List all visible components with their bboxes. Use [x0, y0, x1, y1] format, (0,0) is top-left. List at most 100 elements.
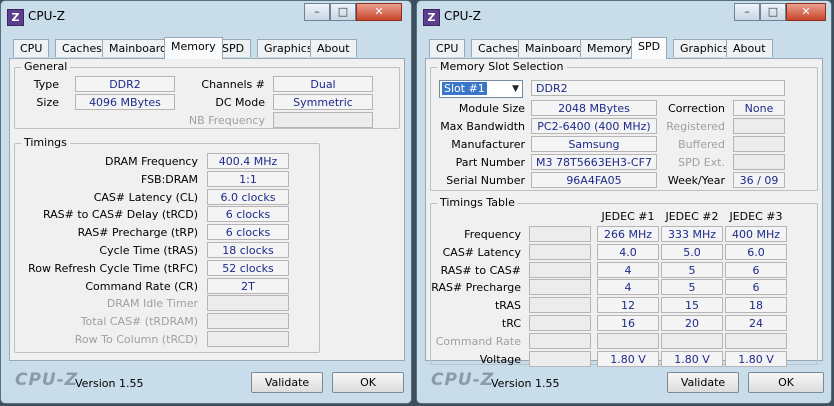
title-bar[interactable]: Z CPU-Z – □ ✕ — [1, 1, 411, 31]
version-text: Version 1.55 — [75, 377, 144, 390]
module-size-label: Module Size — [458, 102, 525, 115]
dc-mode-label: DC Mode — [215, 96, 265, 109]
timings-group: Timings DRAM Frequency 400.4 MHz FSB:DRAM 1… — [14, 136, 320, 353]
timing-cell-jedec-2: 15 — [661, 297, 723, 314]
tab-caches[interactable]: Caches — [55, 39, 109, 57]
tab-spd[interactable]: SPD — [631, 37, 668, 59]
cpuz-app-icon: Z — [423, 9, 440, 26]
footer: CPU-Z Version 1.55 Validate OK — [1, 363, 411, 403]
timing-row-blank-cell — [529, 332, 591, 349]
tab-caches[interactable]: Caches — [471, 39, 525, 57]
timing-row-blank-cell — [529, 315, 591, 331]
timings-table-title: Timings Table — [437, 196, 518, 209]
timing-label: DRAM Idle Timer — [106, 297, 198, 311]
tab-cpu[interactable]: CPU — [13, 39, 50, 57]
close-button[interactable]: ✕ — [356, 3, 402, 21]
memory-panel: General Type DDR2 Size 4096 MBytes Chann… — [9, 58, 405, 361]
timing-label: Row To Column (tRCD) — [74, 333, 198, 346]
module-type-value: DDR2 — [531, 80, 785, 96]
timing-value: 6.0 clocks — [207, 188, 289, 205]
timing-cell-jedec-2: 5.0 — [661, 243, 723, 260]
ok-button[interactable]: OK — [332, 372, 404, 393]
cpuz-window-spd: Z CPU-Z – □ ✕ CPU Caches Mainboard Memor… — [416, 0, 832, 404]
tab-memory[interactable]: Memory — [580, 39, 639, 57]
maximize-button[interactable]: □ — [760, 3, 786, 21]
general-group: General Type DDR2 Size 4096 MBytes Chann… — [14, 60, 400, 129]
timing-cell-jedec-2: 5 — [661, 279, 723, 296]
max-bandwidth-value: PC2-6400 (400 MHz) — [531, 118, 657, 134]
part-number-label: Part Number — [455, 156, 525, 169]
timing-value: 400.4 MHz — [207, 153, 289, 169]
cpuz-app-icon: Z — [7, 9, 24, 26]
timing-value: 6 clocks — [207, 224, 289, 241]
manufacturer-label: Manufacturer — [451, 138, 525, 151]
close-button[interactable]: ✕ — [786, 3, 826, 21]
timings-group-title: Timings — [21, 136, 70, 149]
timing-cell-jedec-1: 266 MHz — [597, 226, 659, 242]
timing-cell-jedec-1: 16 — [597, 315, 659, 331]
validate-button[interactable]: Validate — [251, 372, 323, 393]
manufacturer-value: Samsung — [531, 136, 657, 152]
timing-value — [207, 331, 289, 347]
timing-cell-jedec-3: 6 — [725, 279, 787, 296]
maximize-button[interactable]: □ — [330, 3, 356, 21]
correction-value: None — [733, 100, 785, 116]
timing-row-label: tRC — [501, 317, 521, 330]
nb-frequency-label: NB Frequency — [188, 114, 265, 127]
slot-select-value: Slot #1 — [442, 82, 487, 95]
timing-cell-jedec-3: 6.0 — [725, 243, 787, 260]
slot-selection-title: Memory Slot Selection — [437, 60, 567, 73]
cpuz-brand-logo: CPU-Z — [15, 370, 79, 390]
week-year-label: Week/Year — [667, 174, 725, 187]
timing-label: Total CAS# (tRDRAM) — [80, 315, 198, 329]
timing-cell-jedec-2: 5 — [661, 261, 723, 278]
minimize-button[interactable]: – — [734, 3, 760, 21]
timing-label: DRAM Frequency — [104, 155, 198, 168]
max-bandwidth-label: Max Bandwidth — [440, 120, 525, 133]
tab-about[interactable]: About — [726, 39, 773, 57]
timing-value — [207, 313, 289, 330]
timing-label: Cycle Time (tRAS) — [99, 244, 198, 257]
column-header-jedec-2: JEDEC #2 — [665, 210, 719, 223]
timing-row-label: RAS# to CAS# — [440, 263, 521, 277]
tab-memory[interactable]: Memory — [164, 37, 223, 59]
timing-label: RAS# to CAS# Delay (tRCD) — [42, 208, 198, 222]
timing-cell-jedec-3 — [725, 332, 787, 349]
timing-label: Command Rate (CR) — [85, 279, 198, 293]
timing-value — [207, 295, 289, 312]
tab-about[interactable]: About — [310, 39, 357, 57]
ok-button[interactable]: OK — [748, 372, 824, 393]
channels-value: Dual — [273, 76, 373, 92]
timing-value: 2T — [207, 277, 289, 294]
slot-select[interactable]: Slot #1 ▼ — [439, 80, 523, 98]
timing-cell-jedec-1: 4.0 — [597, 243, 659, 260]
size-value: 4096 MBytes — [75, 94, 175, 110]
type-value: DDR2 — [75, 76, 175, 92]
timing-value: 1:1 — [207, 170, 289, 187]
part-number-value: M3 78T5663EH3-CF7 — [531, 154, 657, 170]
timing-row-blank-cell — [529, 243, 591, 260]
minimize-button[interactable]: – — [304, 3, 330, 21]
timing-row-label: CAS# Latency — [442, 245, 521, 259]
title-bar[interactable]: Z CPU-Z – □ ✕ — [417, 1, 831, 31]
timing-cell-jedec-3: 6 — [725, 261, 787, 278]
tab-cpu[interactable]: CPU — [429, 39, 466, 57]
spd-ext-value — [733, 154, 785, 170]
timing-row-label: RAS# Precharge — [431, 281, 521, 295]
type-label: Type — [33, 78, 59, 91]
general-group-title: General — [21, 60, 71, 73]
validate-button[interactable]: Validate — [667, 372, 739, 393]
timing-value: 6 clocks — [207, 206, 289, 223]
correction-label: Correction — [668, 102, 725, 115]
timing-value: 18 clocks — [207, 242, 289, 258]
slot-selection-group: Memory Slot Selection Slot #1 ▼ DDR2 Mod… — [430, 60, 818, 191]
spd-panel: Memory Slot Selection Slot #1 ▼ DDR2 Mod… — [425, 58, 823, 367]
timing-cell-jedec-1 — [597, 332, 659, 349]
registered-label: Registered — [666, 120, 725, 133]
timing-cell-jedec-3: 400 MHz — [725, 226, 787, 242]
week-year-value: 36 / 09 — [733, 172, 785, 188]
timing-label: RAS# Precharge (tRP) — [77, 226, 198, 240]
timing-cell-jedec-1: 4 — [597, 279, 659, 296]
buffered-value — [733, 136, 785, 152]
cpuz-window-memory: Z CPU-Z – □ ✕ CPU Caches Mainboard Memor… — [0, 0, 412, 404]
